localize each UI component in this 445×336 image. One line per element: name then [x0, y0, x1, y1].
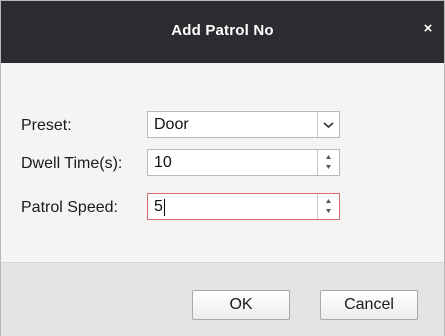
patrol-speed-increment[interactable]: [318, 194, 339, 206]
patrol-speed-input[interactable]: 5: [147, 193, 340, 220]
arrow-down-icon: [326, 209, 331, 213]
dwell-time-value: 10: [154, 154, 172, 171]
add-patrol-dialog: Add Patrol No × Preset: Door Dwell Time(…: [0, 0, 445, 336]
preset-label: Preset:: [21, 117, 72, 134]
ok-button[interactable]: OK: [192, 290, 290, 320]
dialog-footer: OK Cancel: [1, 262, 444, 336]
arrow-up-icon: [326, 155, 331, 159]
patrol-speed-decrement[interactable]: [318, 206, 339, 218]
patrol-speed-value: 5: [154, 198, 163, 215]
dwell-time-spinner[interactable]: [317, 150, 339, 175]
dwell-time-label: Dwell Time(s):: [21, 155, 123, 172]
dwell-time-decrement[interactable]: [318, 162, 339, 174]
cancel-button[interactable]: Cancel: [320, 290, 418, 320]
preset-dropdown-button[interactable]: [317, 112, 339, 137]
patrol-speed-label: Patrol Speed:: [21, 199, 118, 216]
text-caret: [164, 199, 165, 216]
dwell-time-input[interactable]: 10: [147, 149, 340, 176]
dialog-titlebar: Add Patrol No ×: [1, 1, 444, 63]
patrol-speed-spinner[interactable]: [317, 194, 339, 219]
dialog-body: Preset: Door Dwell Time(s): 10 Patrol Sp…: [1, 63, 444, 262]
dialog-title: Add Patrol No: [171, 22, 274, 39]
chevron-down-icon: [323, 122, 334, 129]
dwell-time-increment[interactable]: [318, 150, 339, 162]
arrow-up-icon: [326, 199, 331, 203]
preset-select[interactable]: Door: [147, 111, 340, 138]
close-icon[interactable]: ×: [420, 19, 436, 39]
preset-value: Door: [154, 116, 189, 133]
arrow-down-icon: [326, 165, 331, 169]
